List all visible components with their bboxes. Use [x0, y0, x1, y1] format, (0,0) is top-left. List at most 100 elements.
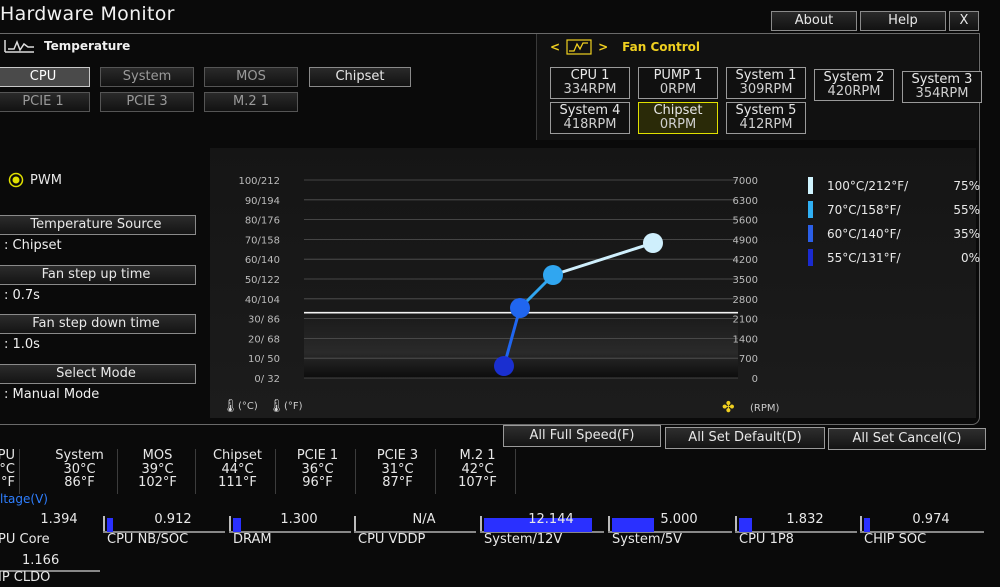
sensor-fahrenheit: 111°F	[218, 475, 257, 490]
fan-system4[interactable]: System 4 418RPM	[550, 102, 630, 134]
chevron-left-icon[interactable]: <	[550, 40, 560, 54]
sensor-celsius: 44°C	[221, 461, 254, 477]
close-button[interactable]: X	[949, 11, 979, 31]
y-right-tick: 3500	[733, 275, 758, 286]
voltage-name: CHIP SOC	[864, 532, 927, 547]
fan-cpu1[interactable]: CPU 1 334RPM	[550, 67, 630, 99]
fan-rpm: 418RPM	[563, 117, 617, 132]
select-mode-button[interactable]: Select Mode	[0, 364, 196, 384]
voltage-value: 1.300	[280, 512, 318, 527]
curve-point[interactable]	[643, 233, 663, 253]
y-right-tick: 5600	[733, 216, 758, 227]
y-right-tick: 1400	[733, 334, 758, 345]
curve-point[interactable]	[494, 356, 514, 376]
temperature-header: Temperature	[4, 38, 130, 54]
y-left-tick: 10/ 50	[248, 354, 280, 365]
voltage-tick	[103, 516, 105, 532]
temperature-title: Temperature	[44, 39, 131, 53]
sensor-name: PCIE 3	[376, 448, 419, 463]
fan-system2[interactable]: System 2 420RPM	[814, 69, 894, 101]
tab-chipset[interactable]: Chipset	[309, 67, 411, 87]
sensor-m2-1: M.2 1 42°C 107°F	[440, 449, 516, 494]
all-set-default-button[interactable]: All Set Default(D)	[665, 427, 825, 449]
voltage-name: IP CLDO	[0, 570, 51, 585]
voltage-name: System/12V	[484, 532, 563, 547]
sensor-fahrenheit: 96°F	[302, 475, 333, 490]
legend-swatch	[808, 177, 813, 194]
voltage-tick	[608, 516, 610, 532]
y-right-tick: 2800	[733, 295, 758, 306]
tab-cpu[interactable]: CPU	[0, 67, 90, 87]
voltage-tick	[480, 516, 482, 532]
fan-chipset[interactable]: Chipset 0RPM	[638, 102, 718, 134]
pwm-label: PWM	[30, 172, 62, 188]
voltage-value: 12.144	[528, 512, 574, 527]
voltage-value: 1.832	[786, 512, 824, 527]
legend-pct: 75%	[953, 178, 980, 193]
legend-pct: 35%	[953, 226, 980, 241]
curve-point[interactable]	[543, 265, 563, 285]
temperature-source-value: : Chipset	[4, 238, 62, 253]
fan-curve-chart[interactable]: 100/212 700090/194 630080/176 560070/158 490…	[210, 148, 800, 418]
fan-name: CPU 1	[570, 68, 610, 83]
sensor-name: PCIE 1	[296, 448, 339, 463]
fan-name: System 1	[735, 68, 797, 83]
thermometer-f-icon: 🌡	[268, 398, 285, 414]
pwm-radio[interactable]: PWM	[8, 172, 62, 188]
curve-point[interactable]	[510, 298, 530, 318]
fan-system1[interactable]: System 1 309RPM	[726, 67, 806, 99]
tab-pcie1[interactable]: PCIE 1	[0, 92, 90, 112]
voltage-value: 0.974	[912, 512, 950, 527]
legend-temp: 55°C/131°F/	[827, 250, 901, 265]
voltage-name: CPU 1P8	[739, 532, 794, 547]
sensor-name: System	[55, 448, 104, 463]
chevron-right-icon[interactable]: >	[598, 40, 608, 54]
y-right-tick: 2100	[733, 315, 758, 326]
all-full-speed-button[interactable]: All Full Speed(F)	[503, 425, 661, 447]
voltage-name: CPU VDDP	[358, 532, 426, 547]
sensor-fahrenheit: 102°F	[138, 475, 177, 490]
fan-step-down-value: : 1.0s	[4, 337, 40, 352]
legend-row: 100°C/212°F/ 75%	[808, 177, 980, 194]
legend-row: 55°C/131°F/ 0%	[808, 249, 980, 266]
legend-row: 70°C/158°F/ 55%	[808, 201, 980, 218]
voltage-name: DRAM	[233, 532, 272, 547]
temperature-graph-icon	[4, 39, 34, 53]
y-right-tick: 7000	[733, 176, 758, 187]
fan-rpm: 412RPM	[739, 117, 793, 132]
y-right-tick: 4200	[733, 255, 758, 266]
help-button[interactable]: Help	[860, 11, 946, 31]
sensor-name: M.2 1	[459, 448, 496, 463]
fan-step-down-button[interactable]: Fan step down time	[0, 314, 196, 334]
voltage-name: System/5V	[612, 532, 683, 547]
y-left-tick: 60/140	[245, 255, 280, 266]
y-left-tick: 70/158	[245, 235, 280, 246]
y-left-tick: 80/176	[245, 216, 280, 227]
voltage-bar	[233, 518, 241, 532]
fan-name: System 2	[823, 70, 885, 85]
all-set-cancel-button[interactable]: All Set Cancel(C)	[828, 428, 986, 450]
sensor-fahrenheit: 87°F	[382, 475, 413, 490]
tab-mos[interactable]: MOS	[204, 67, 298, 87]
temperature-source-button[interactable]: Temperature Source	[0, 215, 196, 235]
about-button[interactable]: About	[771, 11, 857, 31]
y-right-tick: 6300	[733, 196, 758, 207]
y-left-tick: 20/ 68	[248, 334, 280, 345]
tab-m2-1[interactable]: M.2 1	[204, 92, 298, 112]
fan-system5[interactable]: System 5 412RPM	[726, 102, 806, 134]
y-left-tick: 90/194	[245, 196, 280, 207]
fan-system3[interactable]: System 3 354RPM	[902, 71, 982, 103]
tab-system[interactable]: System	[100, 67, 194, 87]
y-left-tick: 40/104	[245, 295, 280, 306]
sensor-fahrenheit: 86°F	[64, 475, 95, 490]
y-left-tick: 0/ 32	[254, 374, 280, 385]
y-right-tick: 700	[739, 354, 758, 365]
voltage-tick	[229, 516, 231, 532]
tab-pcie3[interactable]: PCIE 3	[100, 92, 194, 112]
sensor-name: MOS	[142, 448, 173, 463]
fan-pump1[interactable]: PUMP 1 0RPM	[638, 67, 718, 99]
legend-swatch	[808, 201, 813, 218]
sensor-celsius: 31°C	[381, 461, 414, 477]
sensor-celsius: 30°C	[63, 461, 96, 477]
fan-step-up-button[interactable]: Fan step up time	[0, 265, 196, 285]
